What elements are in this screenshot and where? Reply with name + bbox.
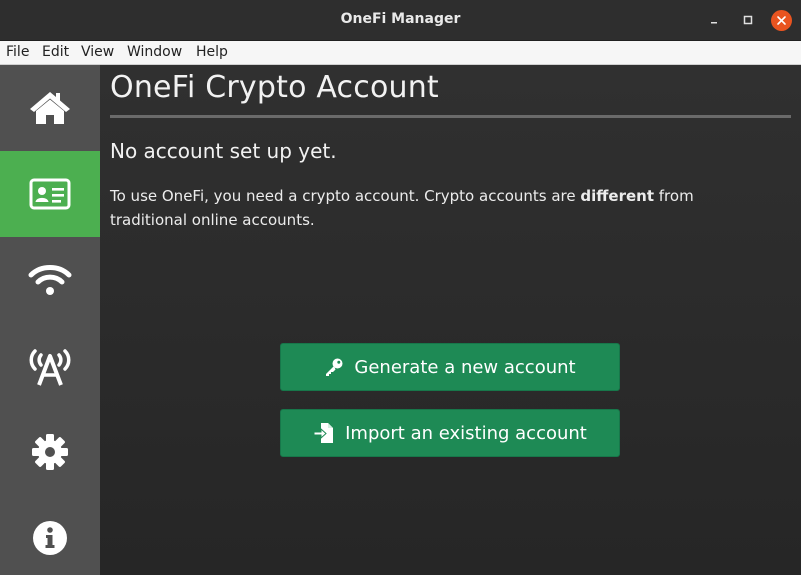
close-button[interactable] <box>771 10 792 31</box>
close-icon <box>777 16 786 25</box>
file-import-icon <box>313 423 334 443</box>
generate-account-label: Generate a new account <box>354 356 576 378</box>
menu-window[interactable]: Window <box>127 44 182 60</box>
app-window: OneFi Manager File Edit View Window Help <box>0 0 801 575</box>
generate-account-button[interactable]: Generate a new account <box>280 343 620 391</box>
main-content: OneFi Crypto Account No account set up y… <box>100 65 801 575</box>
menu-bar: File Edit View Window Help <box>0 41 801 65</box>
sidebar-item-network[interactable] <box>0 323 100 409</box>
minimize-button[interactable] <box>704 10 724 30</box>
window-title: OneFi Manager <box>340 11 461 27</box>
maximize-button[interactable] <box>738 10 758 30</box>
menu-help[interactable]: Help <box>196 44 228 60</box>
minimize-icon <box>711 22 717 24</box>
sidebar-item-settings[interactable] <box>0 409 100 495</box>
sidebar-item-about[interactable] <box>0 495 100 575</box>
id-card-icon <box>29 178 71 210</box>
account-status: No account set up yet. <box>110 139 337 163</box>
wifi-icon <box>28 265 72 295</box>
menu-file[interactable]: File <box>6 44 29 60</box>
key-icon <box>326 358 343 376</box>
title-divider <box>110 115 791 118</box>
import-account-label: Import an existing account <box>345 422 587 444</box>
sidebar-item-account[interactable] <box>0 151 100 237</box>
gear-icon <box>32 434 68 470</box>
title-bar[interactable]: OneFi Manager <box>0 0 801 41</box>
import-account-button[interactable]: Import an existing account <box>280 409 620 457</box>
description-emphasis: different <box>580 187 654 205</box>
home-icon <box>30 92 70 124</box>
maximize-icon <box>743 15 753 25</box>
sidebar-item-home[interactable] <box>0 65 100 151</box>
info-icon <box>33 521 67 555</box>
menu-view[interactable]: View <box>81 44 114 60</box>
page-title: OneFi Crypto Account <box>110 70 439 105</box>
sidebar <box>0 65 100 575</box>
menu-edit[interactable]: Edit <box>42 44 69 60</box>
sidebar-item-wifi[interactable] <box>0 237 100 323</box>
account-description: To use OneFi, you need a crypto account.… <box>110 184 770 232</box>
description-text-start: To use OneFi, you need a crypto account.… <box>110 187 581 205</box>
antenna-icon <box>29 349 71 386</box>
